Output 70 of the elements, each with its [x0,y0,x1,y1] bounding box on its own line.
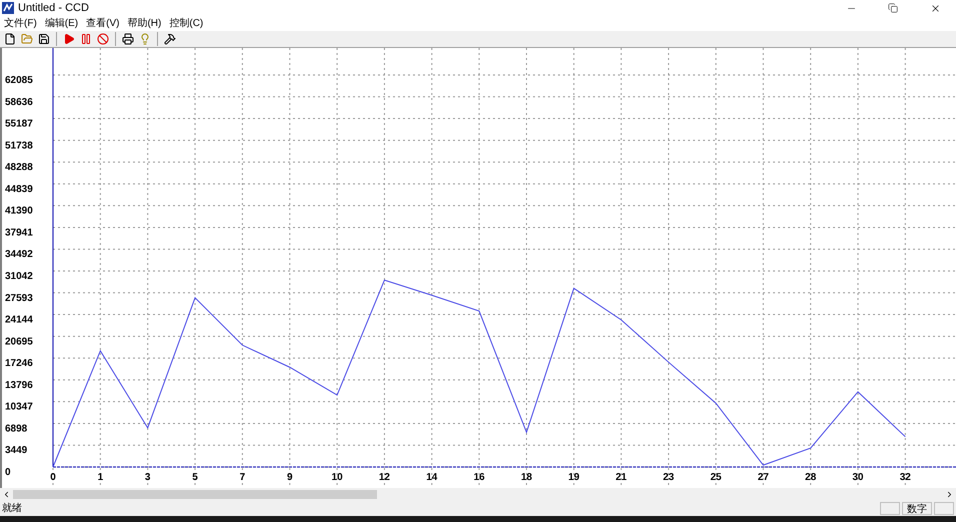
x-tick-label: 27 [758,472,769,483]
y-tick-label: 44839 [5,184,33,195]
horizontal-scrollbar[interactable] [0,488,956,500]
y-tick-label: 37941 [5,227,33,238]
folder-icon [21,33,33,45]
x-tick-label: 3 [144,472,150,483]
stop-button[interactable] [96,32,110,46]
menu-item[interactable]: 查看(V) [86,18,120,28]
y-tick-label: 34492 [5,249,33,260]
y-tick-label: 31042 [5,271,33,282]
save-icon [38,33,50,45]
help-icon [139,33,151,45]
x-tick-label: 10 [332,472,343,483]
play-icon [63,33,75,45]
y-tick-label: 58636 [5,96,33,108]
y-tick-label: 3449 [5,445,28,456]
new-file-icon [4,33,16,45]
x-tick-label: 9 [286,472,293,483]
y-tick-label: 27593 [5,292,33,304]
x-tick-label: 28 [805,472,816,483]
menu-item[interactable]: 控制(C) [169,18,204,28]
x-tick-label: 12 [378,472,390,483]
x-tick-label: 23 [662,472,674,483]
y-tick-label: 13796 [5,380,33,391]
x-tick-label: 18 [520,472,532,483]
y-tick-label: 10347 [5,402,33,413]
restore-icon [888,3,898,13]
new-file-button[interactable] [3,32,17,46]
x-tick-label: 25 [710,472,722,483]
status-text: 就绪 [2,502,22,516]
x-tick-label: 30 [852,472,864,483]
y-tick-label: 17246 [5,358,33,370]
y-tick-label: 51738 [5,140,33,152]
menu-item[interactable]: 文件(F) [4,18,37,28]
close-icon [930,2,940,14]
play-button[interactable] [62,32,76,46]
x-tick-label: 1 [98,472,104,483]
scroll-right-icon[interactable] [945,490,954,498]
status-pane [880,502,900,514]
menu-item[interactable]: 帮助(H) [127,18,162,28]
menu-item[interactable]: 编辑(E) [44,18,78,28]
stop-icon [97,33,109,45]
y-tick-label: 6898 [5,423,28,434]
x-tick-label: 19 [568,472,580,483]
y-tick-label: 0 [5,467,11,478]
pause-icon [80,33,92,45]
x-tick-label: 16 [474,472,485,483]
y-tick-label: 55187 [5,118,33,130]
y-tick-label: 41390 [5,206,33,217]
y-tick-label: 24144 [5,314,33,326]
status-pane [934,502,954,514]
save-button[interactable] [37,32,51,46]
x-tick-label: 14 [426,472,438,483]
y-tick-label: 62085 [5,75,33,86]
y-tick-label: 20695 [5,336,33,348]
tool-button[interactable] [163,32,177,46]
x-tick-label: 32 [900,472,911,483]
pause-button[interactable] [79,32,93,46]
tool-icon [164,33,176,45]
status-pane: 数字 [902,502,932,514]
printer-button[interactable] [121,32,135,46]
x-tick-label: 21 [616,472,627,483]
scroll-left-icon[interactable] [2,490,11,498]
window-title: Untitled - CCD [18,0,89,16]
x-tick-label: 5 [192,472,198,483]
scrollbar-thumb[interactable] [13,490,377,498]
x-tick-label: 0 [50,472,56,483]
x-tick-label: 7 [240,472,246,483]
y-tick-label: 48288 [5,162,33,174]
printer-icon [122,33,134,45]
